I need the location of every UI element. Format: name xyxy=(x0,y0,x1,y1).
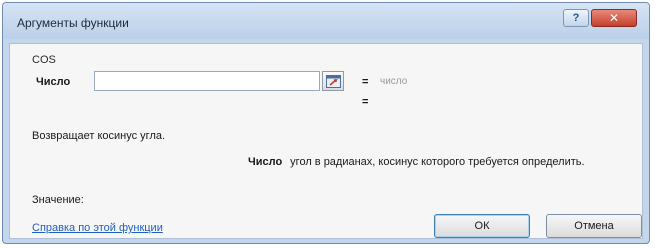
argument-description: Число угол в радианах, косинус которого т… xyxy=(248,156,585,168)
dialog-body: COS Число = число = Возвращает косинус у… xyxy=(9,43,643,239)
dialog-title: Аргументы функции xyxy=(17,16,129,30)
close-button[interactable]: ✕ xyxy=(591,9,637,27)
function-arguments-dialog: Аргументы функции ? ✕ COS Число = число … xyxy=(2,2,650,244)
result-equals-sign: = xyxy=(362,96,369,108)
help-link[interactable]: Справка по этой функции xyxy=(32,222,163,234)
ok-button[interactable]: ОК xyxy=(434,214,530,238)
argument-description-text: угол в радианах, косинус которого требуе… xyxy=(290,156,585,168)
argument-label: Число xyxy=(36,76,71,88)
argument-description-name: Число xyxy=(248,156,283,168)
function-name: COS xyxy=(32,54,56,66)
argument-input[interactable] xyxy=(94,71,320,91)
help-button[interactable]: ? xyxy=(563,9,589,27)
argument-type-hint: число xyxy=(380,76,408,87)
value-label: Значение: xyxy=(32,194,84,206)
collapse-dialog-button[interactable] xyxy=(322,71,344,91)
title-bar: Аргументы функции ? ✕ xyxy=(3,3,649,39)
range-select-icon xyxy=(326,75,341,88)
equals-sign: = xyxy=(362,76,369,88)
cancel-button[interactable]: Отмена xyxy=(546,214,642,238)
function-description: Возвращает косинус угла. xyxy=(32,130,166,142)
